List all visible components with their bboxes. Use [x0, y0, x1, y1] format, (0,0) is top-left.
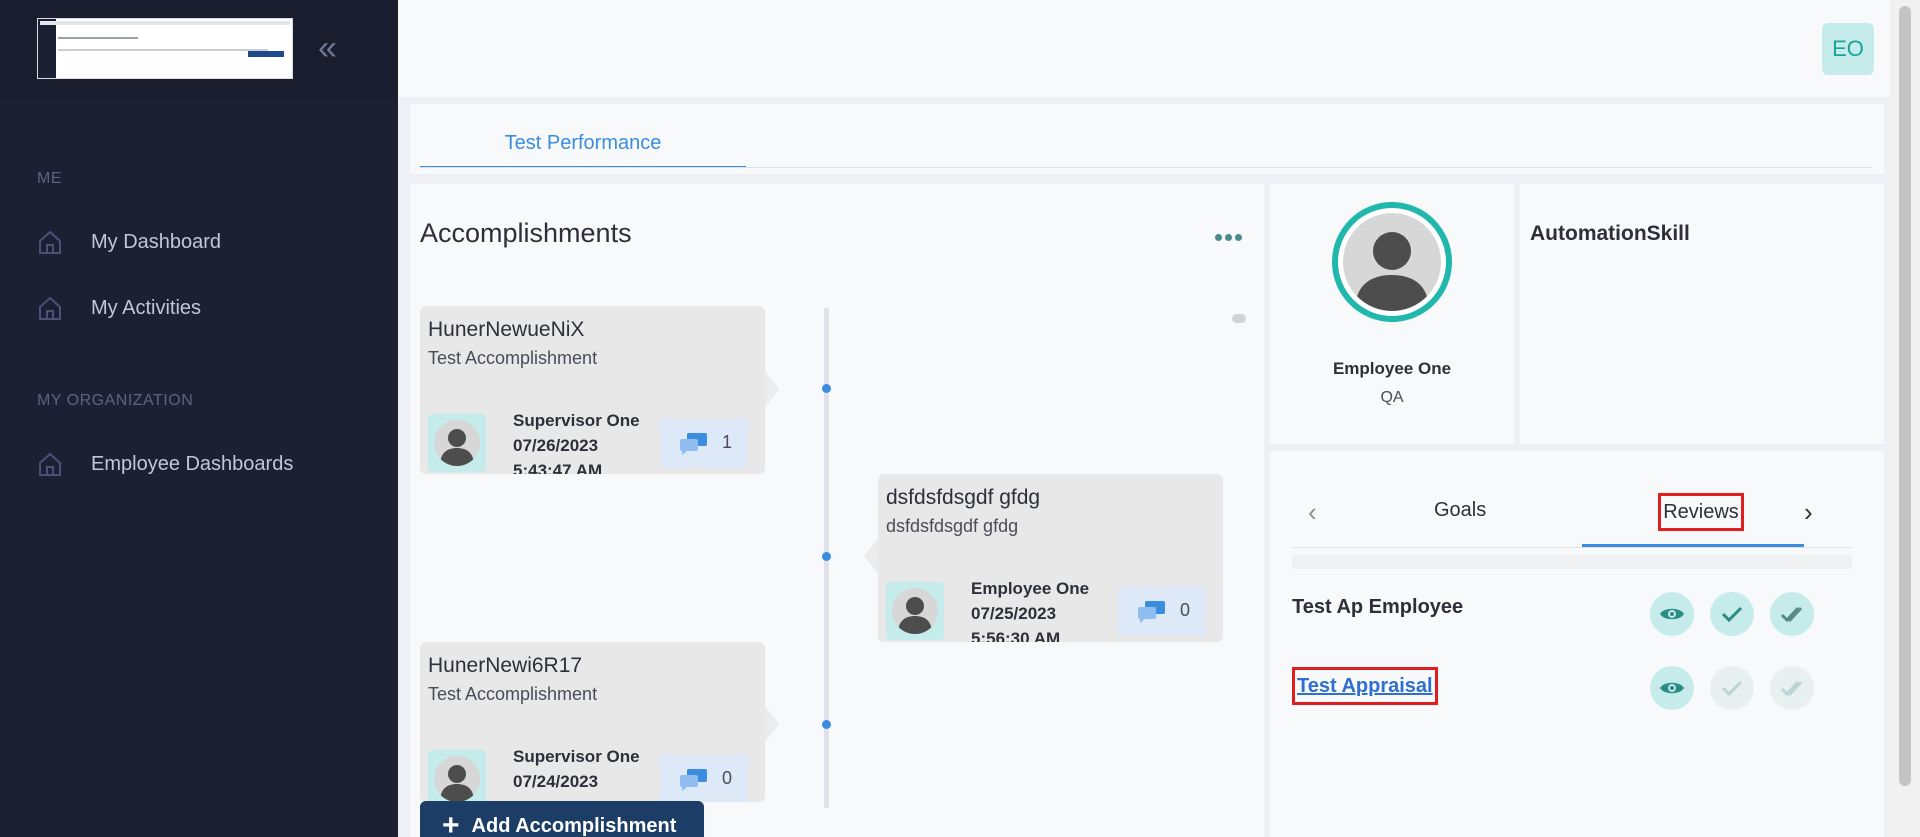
accomplishment-meta: Supervisor One 07/26/2023 5:43:47 AM [513, 411, 640, 474]
eye-icon [1660, 682, 1684, 694]
comment-count: 0 [1180, 600, 1191, 620]
accomplishment-card[interactable]: dsfdsfdsgdf gfdg dsfdsfdsgdf gfdg Employ… [878, 474, 1223, 642]
home-icon [39, 452, 61, 476]
double-check-icon [1780, 680, 1803, 697]
avatar [428, 750, 486, 802]
profile-role: QA [1380, 389, 1404, 406]
sidebar-item-label: Employee Dashboards [91, 452, 294, 475]
sidebar-item-my-activities[interactable]: My Activities [37, 292, 201, 324]
timeline-end-marker [1232, 314, 1246, 323]
tab-reviews[interactable]: Reviews [1658, 493, 1744, 531]
person-icon [1355, 232, 1429, 311]
review-name: Test Ap Employee [1292, 596, 1464, 618]
profile-name: Employee One [1332, 359, 1452, 378]
accomplishments-title: Accomplishments [420, 218, 632, 248]
page-scrollbar[interactable] [1890, 0, 1920, 837]
accomplishment-subtitle: Test Accomplishment [428, 684, 598, 704]
comment-count: 1 [722, 432, 733, 452]
tab-goals[interactable]: Goals [1434, 499, 1486, 522]
reviews-card: ‹ Goals Reviews › Test Ap Employee Test … [1270, 451, 1884, 837]
person-icon [898, 597, 932, 634]
accomplishments-panel: Accomplishments HunerNewueNiX Test Accom… [410, 184, 1264, 837]
tab-divider [420, 167, 1872, 168]
accomplishment-card[interactable]: HunerNewi6R17 Test Accomplishment Superv… [420, 642, 765, 802]
section-label-me: ME [37, 170, 62, 187]
accomplishment-meta: Employee One 07/25/2023 5:56:30 AM [971, 579, 1090, 642]
sidebar-item-label: My Activities [91, 296, 202, 319]
timeline-dot [822, 384, 831, 393]
company-logo[interactable] [37, 18, 293, 79]
approve-review-button[interactable] [1770, 592, 1814, 636]
more-options-icon[interactable] [1215, 234, 1245, 242]
sidebar-item-employee-dashboards[interactable]: Employee Dashboards [37, 448, 293, 480]
plus-icon: + [442, 809, 460, 837]
comments-icon [680, 433, 707, 455]
sidebar: « ME My Dashboard My Activities MY ORGAN… [0, 0, 398, 837]
home-icon [39, 230, 61, 254]
user-avatar-button[interactable]: EO [1822, 23, 1874, 75]
view-review-button[interactable] [1650, 666, 1694, 710]
person-icon [440, 429, 474, 466]
tab-divider [1292, 547, 1852, 548]
comments-button[interactable]: 0 [660, 754, 748, 802]
accomplishment-card[interactable]: HunerNewueNiX Test Accomplishment Superv… [420, 306, 765, 474]
view-review-button[interactable] [1650, 592, 1694, 636]
add-accomplishment-button[interactable]: + Add Accomplishment [420, 801, 704, 837]
card-pointer [765, 371, 779, 407]
tab-strip: Test Performance [410, 104, 1884, 174]
approve-review-button[interactable] [1770, 666, 1814, 710]
avatar [886, 582, 944, 640]
sidebar-item-label: My Dashboard [91, 230, 222, 253]
collapse-sidebar-icon[interactable]: « [318, 30, 348, 66]
card-pointer [864, 538, 878, 574]
avatar [428, 414, 486, 472]
accomplishment-name: HunerNewi6R17 [428, 654, 583, 677]
top-bar [398, 0, 1890, 97]
person-icon [440, 765, 474, 802]
accomplishment-name: HunerNewueNiX [428, 318, 585, 341]
comments-button[interactable]: 1 [660, 418, 748, 468]
profile-card: Employee One QA [1270, 184, 1514, 444]
accomplishment-subtitle: Test Accomplishment [428, 348, 598, 368]
sidebar-header: « [0, 0, 398, 98]
accomplishment-subtitle: dsfdsfdsgdf gfdg [886, 516, 1019, 536]
comments-icon [680, 769, 707, 791]
skill-title: AutomationSkill [1530, 222, 1690, 245]
complete-review-button[interactable] [1710, 666, 1754, 710]
add-accomplishment-label: Add Accomplishment [471, 814, 677, 837]
card-pointer [765, 706, 779, 742]
chevron-left-icon[interactable]: ‹ [1308, 497, 1317, 528]
accomplishment-name: dsfdsfdsgdf gfdg [886, 486, 1041, 509]
scrollbar-thumb[interactable] [1899, 6, 1911, 786]
review-link[interactable]: Test Appraisal [1292, 667, 1438, 705]
double-check-icon [1780, 606, 1803, 623]
tab-test-performance[interactable]: Test Performance [420, 132, 746, 168]
eye-icon [1660, 608, 1684, 620]
accomplishment-meta: Supervisor One 07/24/2023 [513, 747, 640, 791]
timeline-dot [822, 720, 831, 729]
skill-card: AutomationSkill [1520, 184, 1884, 444]
comments-icon [1138, 601, 1165, 623]
check-icon [1721, 606, 1743, 623]
home-icon [39, 296, 61, 320]
comment-count: 0 [722, 768, 733, 788]
chevron-right-icon[interactable]: › [1804, 497, 1813, 528]
comments-button[interactable]: 0 [1118, 586, 1206, 636]
profile-avatar [1332, 202, 1452, 322]
list-header-shade [1292, 555, 1852, 569]
section-label-my-organization: MY ORGANIZATION [37, 392, 194, 409]
check-icon [1721, 680, 1743, 697]
sidebar-item-my-dashboard[interactable]: My Dashboard [37, 226, 221, 258]
complete-review-button[interactable] [1710, 592, 1754, 636]
timeline-dot [822, 552, 831, 561]
